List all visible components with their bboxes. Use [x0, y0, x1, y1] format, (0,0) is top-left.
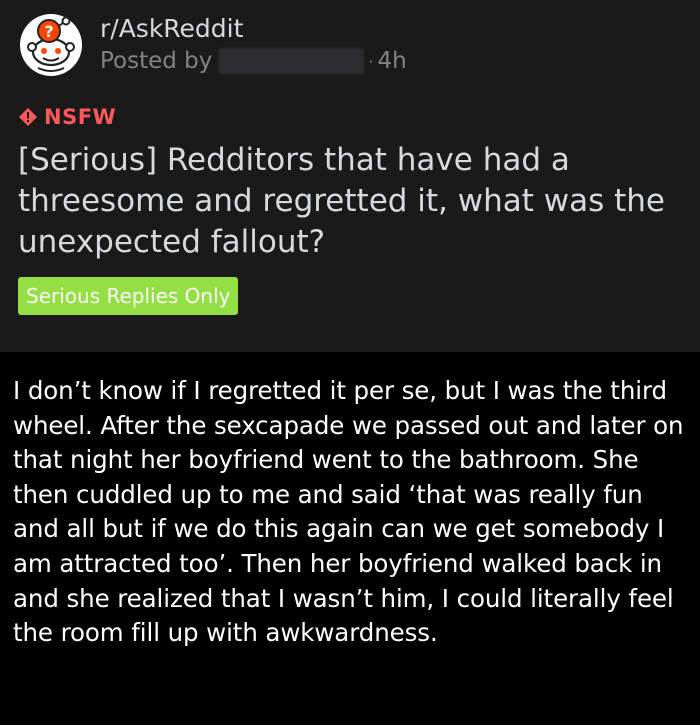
- post-flair[interactable]: Serious Replies Only: [18, 277, 239, 315]
- askreddit-snoo-icon: ?: [27, 16, 75, 72]
- comment-body: I don’t know if I regretted it per se, b…: [13, 376, 684, 648]
- meta-separator: ·: [368, 51, 374, 71]
- post-card[interactable]: ? r/AskReddit Posted by · 4h NSFW [Serio…: [0, 0, 700, 352]
- nsfw-tag: NSFW: [18, 104, 682, 130]
- nsfw-diamond-icon: [19, 108, 37, 126]
- svg-text:?: ?: [44, 22, 53, 41]
- comment: I don’t know if I regretted it per se, b…: [0, 356, 700, 725]
- posted-by-label: Posted by: [100, 48, 213, 74]
- subreddit-name[interactable]: r/AskReddit: [100, 14, 407, 44]
- post-title[interactable]: [Serious] Redditors that have had a thre…: [18, 140, 678, 263]
- author-redacted: [218, 48, 365, 74]
- subreddit-avatar[interactable]: ?: [20, 14, 82, 76]
- post-time: 4h: [377, 48, 407, 74]
- post-meta: Posted by · 4h: [100, 46, 407, 76]
- nsfw-label: NSFW: [44, 105, 117, 129]
- post-header: ? r/AskReddit Posted by · 4h: [18, 12, 682, 82]
- post-header-text: r/AskReddit Posted by · 4h: [100, 12, 407, 76]
